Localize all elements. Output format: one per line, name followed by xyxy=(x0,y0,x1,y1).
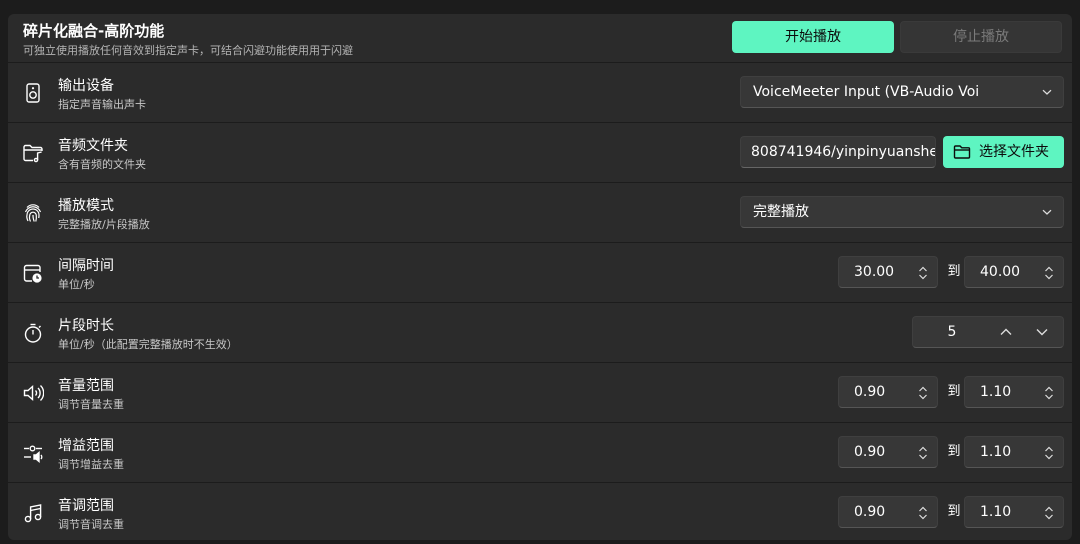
setting-row-volume-range: 音量范围 调节音量去重 0.90 到 1.10 xyxy=(8,363,1072,423)
setting-row-segment-duration: 片段时长 单位/秒（此配置完整播放时不生效） 5 xyxy=(8,303,1072,363)
pitch-min-input[interactable]: 0.90 xyxy=(838,496,938,528)
setting-label: 音调范围 xyxy=(58,498,114,514)
setting-row-audio-folder: 音频文件夹 含有音频的文件夹 808741946/yinpinyuanshen … xyxy=(8,123,1072,183)
range-separator: 到 xyxy=(947,264,961,279)
interval-min-value: 30.00 xyxy=(854,264,895,280)
setting-row-pitch-range: 音调范围 调节音调去重 0.90 到 1.10 xyxy=(8,483,1072,540)
setting-description: 单位/秒（此配置完整播放时不生效） xyxy=(58,338,238,351)
chevron-down-icon xyxy=(1041,206,1053,218)
calendar-clock-icon xyxy=(22,262,44,284)
pitch-min-value: 0.90 xyxy=(854,504,886,520)
range-separator: 到 xyxy=(947,504,961,519)
page-subtitle: 可独立使用播放任何音效到指定声卡，可结合闪避功能使用用于闪避 xyxy=(23,44,353,57)
start-play-button[interactable]: 开始播放 xyxy=(732,21,894,53)
spin-updown-icon[interactable] xyxy=(1043,265,1055,281)
gain-max-value: 1.10 xyxy=(980,444,1012,460)
setting-description: 含有音频的文件夹 xyxy=(58,158,146,171)
volume-min-value: 0.90 xyxy=(854,384,886,400)
volume-min-input[interactable]: 0.90 xyxy=(838,376,938,408)
folder-icon xyxy=(953,144,971,160)
stopwatch-icon xyxy=(22,322,44,344)
setting-description: 调节音量去重 xyxy=(58,398,124,411)
setting-row-play-mode: 播放模式 完整播放/片段播放 完整播放 xyxy=(8,183,1072,243)
setting-label: 输出设备 xyxy=(58,78,114,94)
music-note-icon xyxy=(22,502,44,524)
play-mode-value: 完整播放 xyxy=(753,204,809,220)
spin-updown-icon[interactable] xyxy=(917,445,929,461)
setting-description: 指定声音输出声卡 xyxy=(58,98,146,111)
spin-updown-icon[interactable] xyxy=(917,385,929,401)
interval-max-input[interactable]: 40.00 xyxy=(964,256,1064,288)
slider-volume-icon xyxy=(22,442,44,464)
segment-duration-stepper[interactable]: 5 xyxy=(912,316,1064,348)
spin-updown-icon[interactable] xyxy=(917,265,929,281)
range-separator: 到 xyxy=(947,384,961,399)
gain-min-value: 0.90 xyxy=(854,444,886,460)
setting-row-gain-range: 增益范围 调节增益去重 0.90 到 1.10 xyxy=(8,423,1072,483)
play-mode-select[interactable]: 完整播放 xyxy=(740,196,1064,228)
setting-label: 音频文件夹 xyxy=(58,138,128,154)
fingerprint-icon xyxy=(22,202,44,224)
speaker-icon xyxy=(22,82,44,104)
spin-updown-icon[interactable] xyxy=(1043,505,1055,521)
volume-max-input[interactable]: 1.10 xyxy=(964,376,1064,408)
setting-description: 单位/秒 xyxy=(58,278,95,291)
music-folder-icon xyxy=(22,142,44,164)
spin-updown-icon[interactable] xyxy=(1043,445,1055,461)
setting-label: 音量范围 xyxy=(58,378,114,394)
setting-description: 调节增益去重 xyxy=(58,458,124,471)
volume-icon xyxy=(22,382,44,404)
page-title: 碎片化融合-高阶功能 xyxy=(23,22,165,40)
pitch-max-input[interactable]: 1.10 xyxy=(964,496,1064,528)
setting-label: 播放模式 xyxy=(58,198,114,214)
chevron-down-icon xyxy=(1041,86,1053,98)
spin-updown-icon[interactable] xyxy=(1043,385,1055,401)
chevron-down-icon[interactable] xyxy=(1035,326,1049,338)
pitch-max-value: 1.10 xyxy=(980,504,1012,520)
interval-min-input[interactable]: 30.00 xyxy=(838,256,938,288)
setting-row-interval: 间隔时间 单位/秒 30.00 到 40.00 xyxy=(8,243,1072,303)
select-folder-button[interactable]: 选择文件夹 xyxy=(943,136,1064,168)
setting-label: 片段时长 xyxy=(58,318,114,334)
stop-play-button[interactable]: 停止播放 xyxy=(900,21,1062,53)
segment-duration-value: 5 xyxy=(947,324,957,340)
gain-min-input[interactable]: 0.90 xyxy=(838,436,938,468)
advanced-feature-panel: 碎片化融合-高阶功能 可独立使用播放任何音效到指定声卡，可结合闪避功能使用用于闪… xyxy=(8,14,1072,540)
range-separator: 到 xyxy=(947,444,961,459)
panel-header: 碎片化融合-高阶功能 可独立使用播放任何音效到指定声卡，可结合闪避功能使用用于闪… xyxy=(8,14,1072,63)
volume-max-value: 1.10 xyxy=(980,384,1012,400)
gain-max-input[interactable]: 1.10 xyxy=(964,436,1064,468)
output-device-value: VoiceMeeter Input (VB-Audio Voi xyxy=(753,84,980,100)
spin-updown-icon[interactable] xyxy=(917,505,929,521)
audio-folder-path-input[interactable]: 808741946/yinpinyuanshen xyxy=(740,136,936,168)
setting-description: 调节音调去重 xyxy=(58,518,124,531)
setting-description: 完整播放/片段播放 xyxy=(58,218,150,231)
setting-label: 间隔时间 xyxy=(58,258,114,274)
chevron-up-icon[interactable] xyxy=(999,326,1013,338)
select-folder-label: 选择文件夹 xyxy=(979,144,1049,160)
interval-max-value: 40.00 xyxy=(980,264,1021,280)
output-device-select[interactable]: VoiceMeeter Input (VB-Audio Voi xyxy=(740,76,1064,108)
setting-row-output-device: 输出设备 指定声音输出声卡 VoiceMeeter Input (VB-Audi… xyxy=(8,63,1072,123)
setting-label: 增益范围 xyxy=(58,438,114,454)
